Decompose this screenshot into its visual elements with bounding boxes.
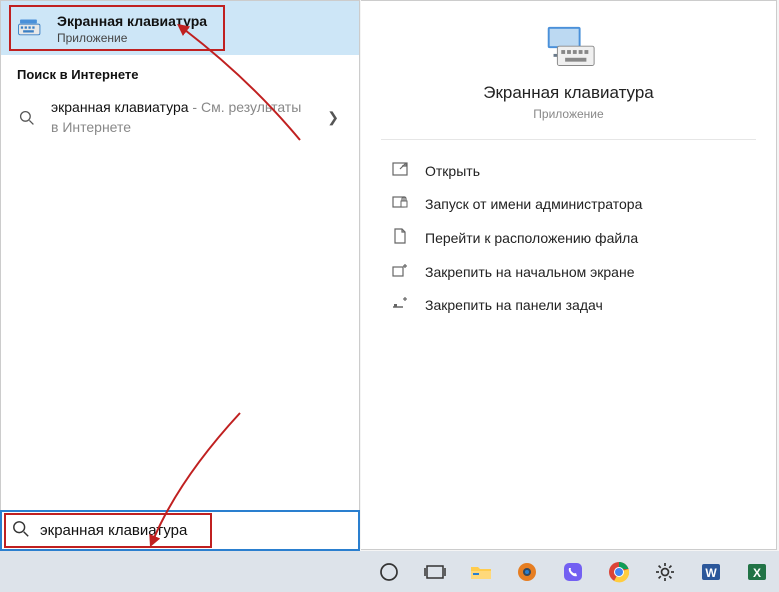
taskbar: W X xyxy=(0,551,779,592)
file-explorer-icon[interactable] xyxy=(459,551,503,592)
settings-icon[interactable] xyxy=(643,551,687,592)
web-result-item[interactable]: экранная клавиатура - См. результаты в И… xyxy=(1,90,359,145)
viber-icon[interactable] xyxy=(551,551,595,592)
keyboard-icon-large xyxy=(540,23,598,71)
action-pin-taskbar[interactable]: Закрепить на панели задач xyxy=(381,288,756,321)
keyboard-icon xyxy=(17,18,43,40)
preview-header: Экранная клавиатура Приложение xyxy=(381,19,756,140)
excel-icon[interactable]: X xyxy=(735,551,779,592)
action-label: Закрепить на панели задач xyxy=(425,297,603,313)
preview-title: Экранная клавиатура xyxy=(483,83,654,103)
pin-taskbar-icon xyxy=(391,296,409,313)
app-icon-faststone[interactable] xyxy=(505,551,549,592)
pin-start-icon xyxy=(391,263,409,280)
best-match-subtitle: Приложение xyxy=(57,31,207,45)
search-icon xyxy=(12,520,30,541)
taskbar-search-region xyxy=(0,551,359,592)
action-label: Закрепить на начальном экране xyxy=(425,264,635,280)
best-match-title: Экранная клавиатура xyxy=(57,13,207,29)
search-box[interactable] xyxy=(0,510,360,551)
word-icon[interactable]: W xyxy=(689,551,733,592)
cortana-icon[interactable] xyxy=(367,551,411,592)
action-run-admin[interactable]: Запуск от имени администратора xyxy=(381,187,756,220)
action-pin-start[interactable]: Закрепить на начальном экране xyxy=(381,255,756,288)
svg-text:W: W xyxy=(705,566,717,580)
action-label: Запуск от имени администратора xyxy=(425,196,642,212)
web-result-text: экранная клавиатура - См. результаты в И… xyxy=(51,98,309,137)
action-open[interactable]: Открыть xyxy=(381,154,756,187)
preview-panel: Экранная клавиатура Приложение Открыть З… xyxy=(361,0,777,550)
web-result-query: экранная клавиатура xyxy=(51,99,189,115)
search-icon xyxy=(17,108,37,128)
action-label: Перейти к расположению файла xyxy=(425,230,638,246)
chevron-right-icon[interactable]: ❯ xyxy=(323,109,343,126)
best-match-text: Экранная клавиатура Приложение xyxy=(57,13,207,45)
taskbar-icons: W X xyxy=(359,551,779,592)
open-icon xyxy=(391,162,409,179)
svg-text:X: X xyxy=(753,566,761,580)
admin-icon xyxy=(391,195,409,212)
chrome-icon[interactable] xyxy=(597,551,641,592)
folder-icon xyxy=(391,228,409,247)
search-results-panel: Экранная клавиатура Приложение Поиск в И… xyxy=(0,0,360,550)
preview-subtitle: Приложение xyxy=(533,107,603,121)
best-match-result[interactable]: Экранная клавиатура Приложение xyxy=(1,1,359,55)
task-view-icon[interactable] xyxy=(413,551,457,592)
preview-actions: Открыть Запуск от имени администратора П… xyxy=(361,140,776,335)
action-label: Открыть xyxy=(425,163,480,179)
action-open-location[interactable]: Перейти к расположению файла xyxy=(381,220,756,255)
search-input[interactable] xyxy=(40,522,348,539)
web-section-header: Поиск в Интернете xyxy=(1,55,359,90)
